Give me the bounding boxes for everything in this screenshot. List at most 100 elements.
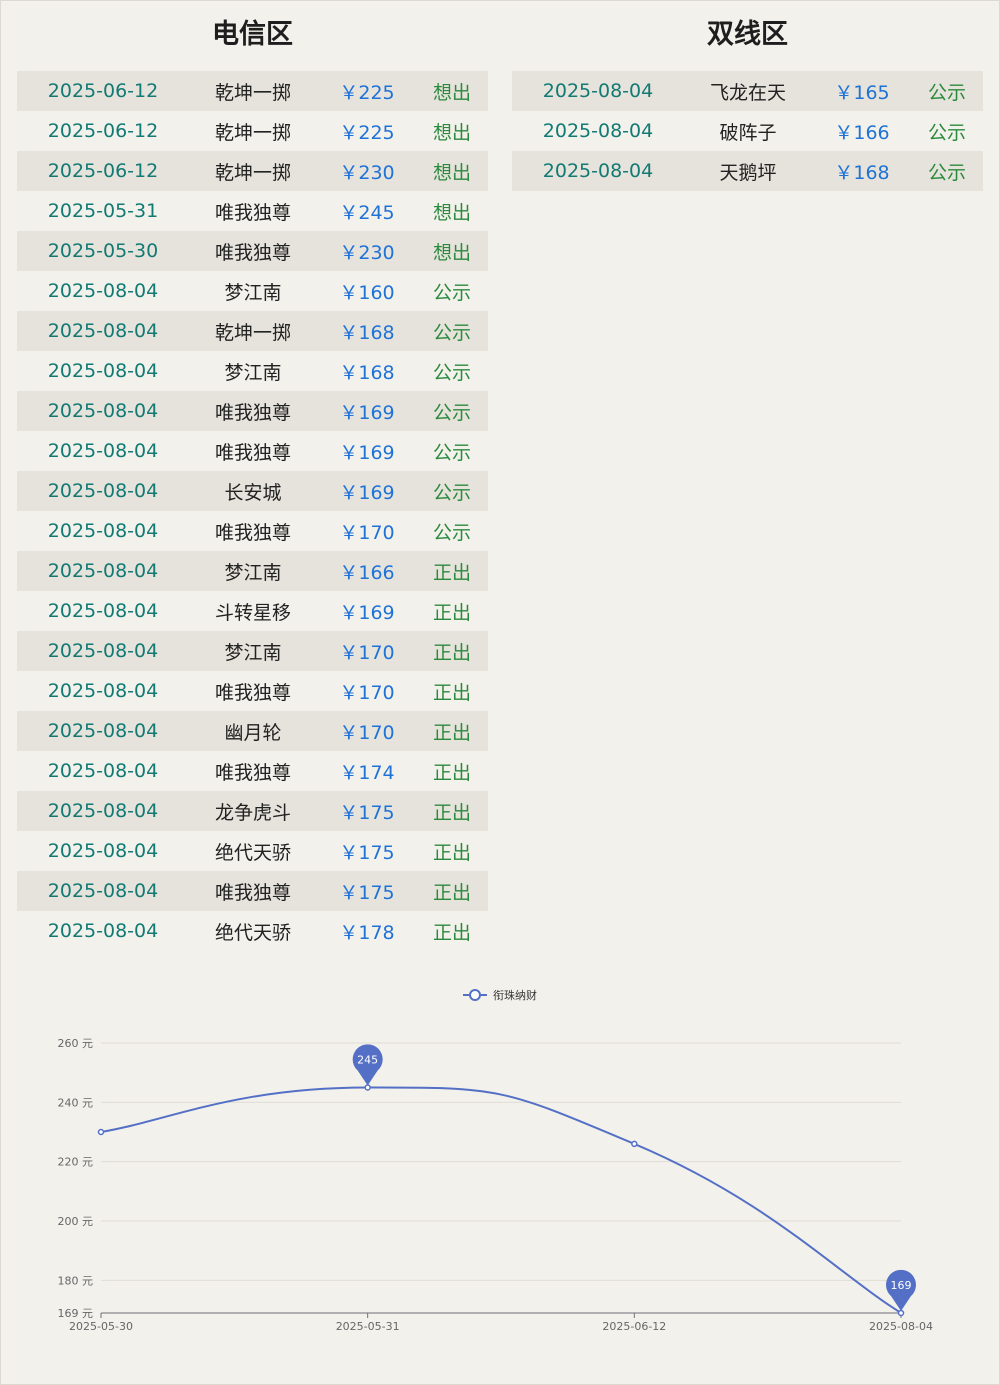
table-row: 2025-08-04 梦江南 ￥160 公示 [17,271,488,311]
series-line [100,1086,902,1314]
row-price: ￥175 [339,881,395,904]
row-status: 公示 [432,281,471,304]
row-status: 公示 [927,81,966,104]
row-name: 唯我独尊 [214,761,291,784]
row-status: 公示 [927,121,966,144]
row-status: 公示 [432,481,471,504]
row-date: 2025-08-04 [47,840,159,862]
row-date: 2025-08-04 [47,800,159,822]
table-row: 2025-08-04 绝代天骄 ￥178 正出 [17,911,488,951]
table-row: 2025-06-12 乾坤一掷 ￥230 想出 [17,151,488,191]
row-status: 正出 [432,601,471,624]
y-tick-label: 220 元 [58,1156,94,1169]
table-row: 2025-08-04 梦江南 ￥170 正出 [17,631,488,671]
table-row: 2025-08-04 斗转星移 ￥169 正出 [17,591,488,631]
telecom-panel: 电信区 2025-06-12 乾坤一掷 ￥225 想出 2025-06-12 乾坤一掷 ￥2… [17,0,488,951]
table-row: 2025-08-04 长安城 ￥169 公示 [17,471,488,511]
row-status: 正出 [432,721,471,744]
row-date: 2025-06-12 [47,120,159,142]
row-date: 2025-08-04 [47,280,159,302]
row-name: 龙争虎斗 [214,801,291,824]
table-row: 2025-05-30 唯我独尊 ￥230 想出 [17,231,488,271]
row-name: 绝代天骄 [214,841,291,864]
row-price: ￥170 [339,681,395,704]
row-name: 唯我独尊 [214,441,291,464]
row-price: ￥168 [339,361,395,384]
legend-marker [469,989,481,1001]
row-status: 正出 [432,641,471,664]
row-price: ￥166 [339,561,395,584]
table-row: 2025-06-12 乾坤一掷 ￥225 想出 [17,71,488,111]
row-price: ￥168 [834,161,890,184]
row-date: 2025-05-31 [47,200,159,222]
row-status: 想出 [432,241,471,264]
row-status: 想出 [432,121,471,144]
row-date: 2025-08-04 [47,640,159,662]
table-row: 2025-08-04 唯我独尊 ￥170 正出 [17,671,488,711]
table-row: 2025-08-04 乾坤一掷 ￥168 公示 [17,311,488,351]
table-row: 2025-08-04 梦江南 ￥166 正出 [17,551,488,591]
row-price: ￥169 [339,601,395,624]
row-price: ￥160 [339,281,395,304]
table-row: 2025-08-04 绝代天骄 ￥175 正出 [17,831,488,871]
table-row: 2025-08-04 天鹅坪 ￥168 公示 [512,151,983,191]
row-name: 斗转星移 [214,601,291,624]
table-row: 2025-05-31 唯我独尊 ￥245 想出 [17,191,488,231]
row-name: 乾坤一掷 [214,161,291,184]
telecom-title: 电信区 [212,19,293,50]
table-row: 2025-08-04 龙争虎斗 ￥175 正出 [17,791,488,831]
row-date: 2025-08-04 [47,680,159,702]
table-row: 2025-08-04 幽月轮 ￥170 正出 [17,711,488,751]
table-row: 2025-08-04 梦江南 ￥168 公示 [17,351,488,391]
row-price: ￥169 [339,401,395,424]
row-price: ￥230 [339,241,395,264]
row-name: 长安城 [224,481,282,504]
data-point [97,1128,105,1136]
row-status: 正出 [432,841,471,864]
row-date: 2025-08-04 [47,360,159,382]
row-status: 公示 [432,401,471,424]
row-name: 幽月轮 [224,721,282,744]
row-price: ￥230 [339,161,395,184]
row-date: 2025-08-04 [47,920,159,942]
row-status: 想出 [432,81,471,104]
row-status: 想出 [432,161,471,184]
row-name: 唯我独尊 [214,201,291,224]
row-status: 正出 [432,881,471,904]
row-price: ￥178 [339,921,395,944]
row-status: 公示 [927,161,966,184]
y-tick-label: 240 元 [58,1096,94,1109]
table-row: 2025-08-04 唯我独尊 ￥174 正出 [17,751,488,791]
row-date: 2025-08-04 [47,320,159,342]
row-price: ￥169 [339,481,395,504]
row-name: 绝代天骄 [214,921,291,944]
row-name: 梦江南 [224,361,282,384]
row-name: 天鹅坪 [719,161,777,184]
row-price: ￥165 [834,81,890,104]
row-status: 正出 [432,561,471,584]
row-name: 乾坤一掷 [214,81,291,104]
row-name: 破阵子 [719,121,777,144]
row-price: ￥225 [339,81,395,104]
row-date: 2025-05-30 [47,240,159,262]
table-row: 2025-08-04 飞龙在天 ￥165 公示 [512,71,983,111]
table-row: 2025-08-04 唯我独尊 ￥169 公示 [17,391,488,431]
row-price: ￥170 [339,641,395,664]
row-date: 2025-08-04 [47,560,159,582]
row-date: 2025-08-04 [47,520,159,542]
row-name: 梦江南 [224,281,282,304]
row-date: 2025-08-04 [542,160,654,182]
row-price: ￥174 [339,761,395,784]
price-line-chart: 衔珠纳财 169 元 180 元 200 元 220 元 240 元 260 元 2025-0… [58,988,933,1333]
table-row: 2025-08-04 唯我独尊 ￥175 正出 [17,871,488,911]
y-tick-label: 180 元 [58,1274,94,1287]
row-status: 公示 [432,361,471,384]
row-price: ￥170 [339,521,395,544]
row-name: 梦江南 [224,561,282,584]
table-row: 2025-08-04 唯我独尊 ￥170 公示 [17,511,488,551]
y-tick-label: 260 元 [58,1037,94,1050]
row-price: ￥170 [339,721,395,744]
y-tick-label: 200 元 [58,1215,94,1228]
row-date: 2025-08-04 [47,720,159,742]
row-date: 2025-08-04 [542,120,654,142]
